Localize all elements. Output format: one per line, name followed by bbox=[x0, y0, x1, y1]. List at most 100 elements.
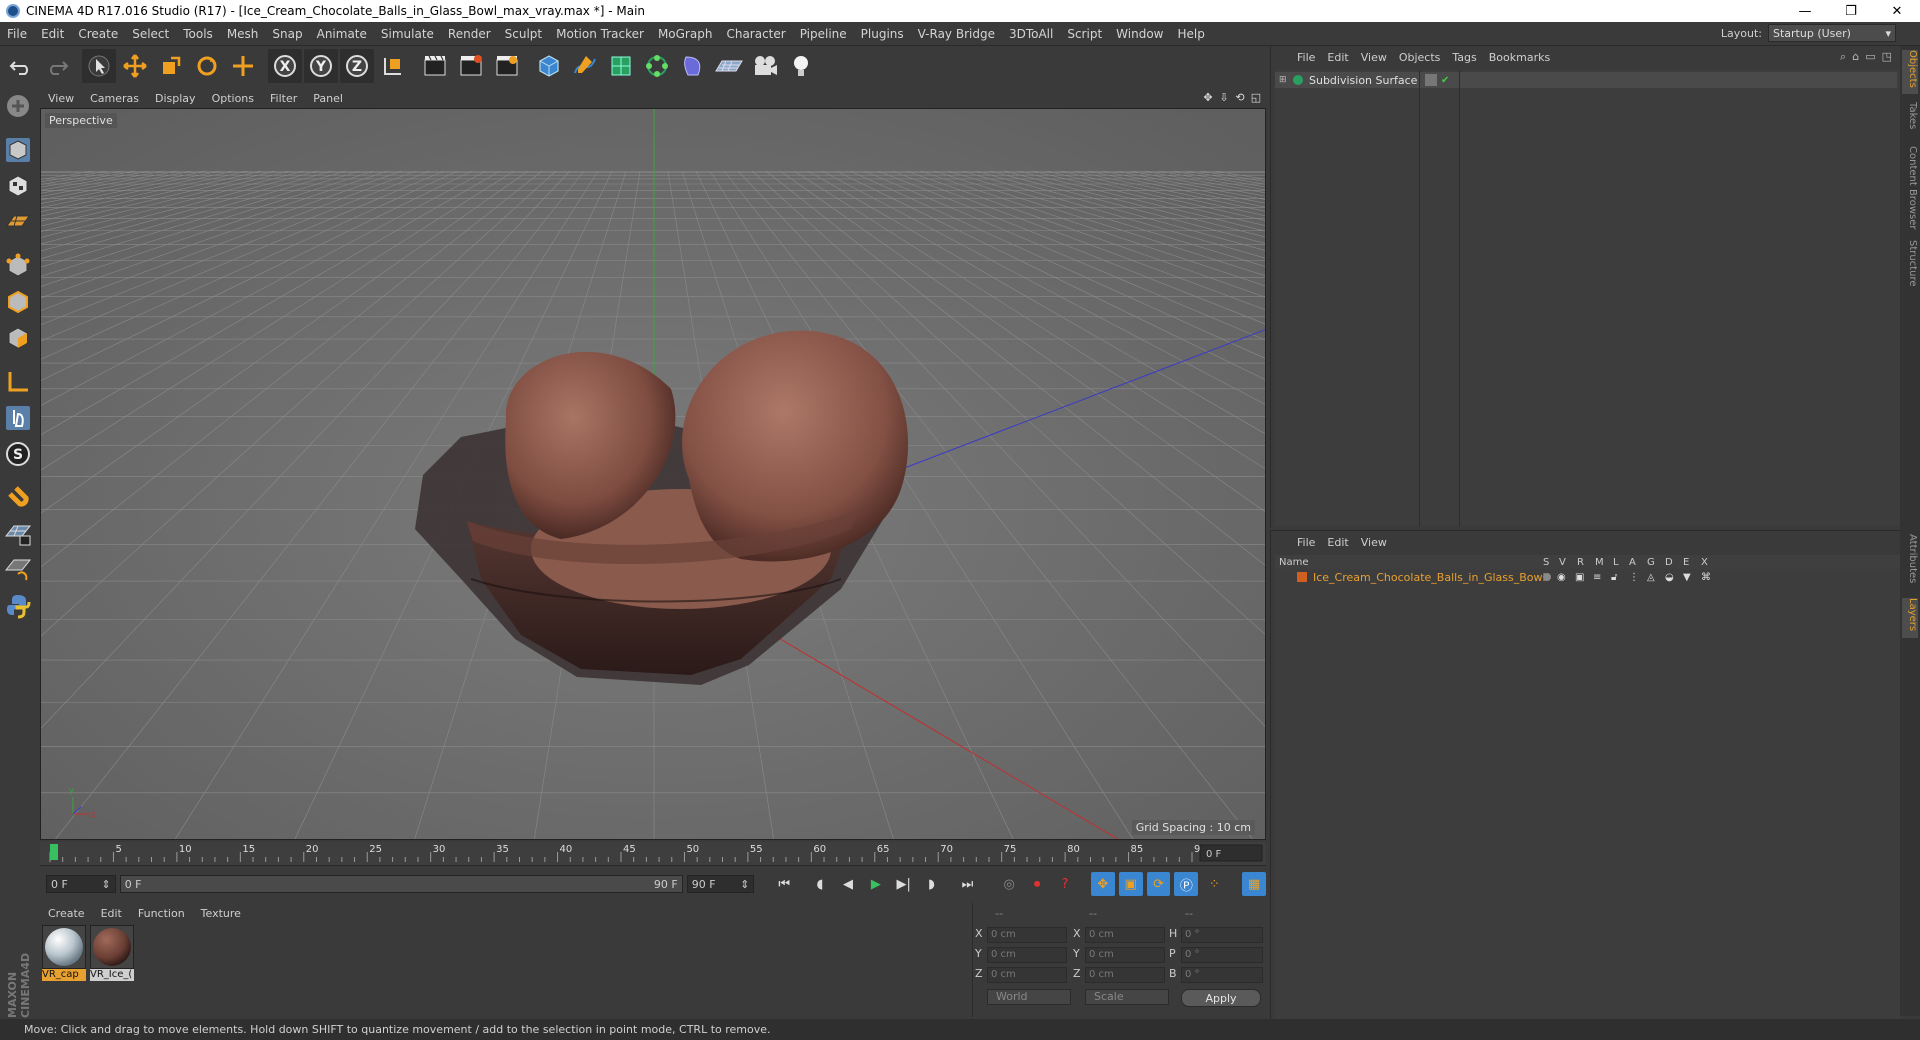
array-icon[interactable] bbox=[640, 49, 674, 83]
rotation-p-field[interactable]: 0 ° bbox=[1181, 947, 1263, 963]
snap-s-icon[interactable]: S bbox=[2, 438, 34, 470]
timeline-ruler[interactable]: 051015202530354045505560657075808590 0 F bbox=[40, 842, 1266, 866]
menu-vray-bridge[interactable]: V-Ray Bridge bbox=[911, 27, 1002, 41]
coordinate-space-select[interactable]: World bbox=[987, 989, 1071, 1005]
frame-range-slider[interactable]: 0 F 90 F bbox=[119, 875, 683, 893]
expression-icon[interactable]: ▼ bbox=[1683, 572, 1691, 583]
object-name[interactable]: Subdivision Surface bbox=[1309, 74, 1417, 87]
tab-objects[interactable]: Objects bbox=[1902, 50, 1918, 94]
rotation-h-field[interactable]: 0 ° bbox=[1181, 927, 1263, 943]
current-frame-field[interactable]: 0 F bbox=[1206, 849, 1222, 860]
light-icon[interactable] bbox=[784, 49, 818, 83]
y-axis-icon[interactable]: Y bbox=[304, 49, 338, 83]
deformer-icon[interactable]: ◒ bbox=[1665, 572, 1674, 583]
lock-icon[interactable]: 🔓︎ bbox=[1611, 572, 1617, 583]
record-keys-icon[interactable]: ⏺ bbox=[1025, 872, 1049, 896]
viewport-menu-filter[interactable]: Filter bbox=[262, 92, 305, 105]
menu-snap[interactable]: Snap bbox=[265, 27, 309, 41]
eye-icon[interactable]: ◉ bbox=[1557, 572, 1566, 583]
menu-window[interactable]: Window bbox=[1109, 27, 1170, 41]
polygons-mode-icon[interactable] bbox=[2, 322, 34, 354]
z-axis-icon[interactable]: Z bbox=[340, 49, 374, 83]
layer-name[interactable]: Ice_Cream_Chocolate_Balls_in_Glass_Bowl bbox=[1313, 571, 1546, 584]
viewport-menu-options[interactable]: Options bbox=[204, 92, 262, 105]
goto-previous-key-icon[interactable]: ◖ bbox=[808, 872, 832, 896]
coordinate-system-icon[interactable] bbox=[376, 49, 410, 83]
apply-button[interactable]: Apply bbox=[1181, 989, 1261, 1007]
enabled-check-icon[interactable]: ✔ bbox=[1441, 75, 1449, 86]
pen-spline-icon[interactable] bbox=[568, 49, 602, 83]
layer-row[interactable]: Ice_Cream_Chocolate_Balls_in_Glass_Bowl … bbox=[1275, 569, 1901, 585]
close-button[interactable]: ✕ bbox=[1874, 0, 1920, 22]
tab-attributes[interactable]: Attributes bbox=[1902, 534, 1918, 592]
minimize-button[interactable]: — bbox=[1782, 0, 1828, 22]
maximize-button[interactable]: ❐ bbox=[1828, 0, 1874, 22]
coordinate-mode-select[interactable]: Scale bbox=[1085, 989, 1169, 1005]
viewport-menu-view[interactable]: View bbox=[40, 92, 82, 105]
key-scale-icon[interactable]: ▣ bbox=[1118, 872, 1143, 896]
goto-start-icon[interactable]: ⏮ bbox=[772, 872, 796, 896]
dolly-icon[interactable]: ⇩ bbox=[1218, 92, 1230, 104]
size-z-field[interactable]: 0 cm bbox=[1085, 967, 1165, 983]
subdivision-icon[interactable] bbox=[604, 49, 638, 83]
menu-tools[interactable]: Tools bbox=[176, 27, 220, 41]
menu-help[interactable]: Help bbox=[1170, 27, 1211, 41]
floor-icon[interactable] bbox=[712, 49, 746, 83]
manager-icon[interactable]: ≡ bbox=[1593, 572, 1601, 583]
material-menu-function[interactable]: Function bbox=[130, 907, 193, 920]
size-x-field[interactable]: 0 cm bbox=[1085, 927, 1165, 943]
start-frame-field[interactable]: 0 F ⇕ bbox=[46, 875, 116, 893]
camera-icon[interactable] bbox=[748, 49, 782, 83]
viewport-menu-cameras[interactable]: Cameras bbox=[82, 92, 147, 105]
search-icon[interactable]: ⌕ bbox=[1840, 50, 1846, 64]
render-view-icon[interactable] bbox=[418, 49, 452, 83]
editor-visibility-icon[interactable] bbox=[1425, 74, 1437, 86]
grid-axis-icon[interactable] bbox=[2, 554, 34, 586]
goto-end-icon[interactable]: ⏭ bbox=[955, 872, 979, 896]
position-z-field[interactable]: 0 cm bbox=[987, 967, 1067, 983]
scale-icon[interactable] bbox=[154, 49, 188, 83]
material-menu-create[interactable]: Create bbox=[40, 907, 93, 920]
viewport-menu-display[interactable]: Display bbox=[147, 92, 204, 105]
key-parameter-icon[interactable]: Ⓟ bbox=[1174, 872, 1199, 896]
viewport-menu-panel[interactable]: Panel bbox=[305, 92, 351, 105]
material-swatch[interactable]: VR_cap bbox=[42, 925, 86, 983]
animation-icon[interactable]: ⋮ bbox=[1629, 572, 1639, 583]
model-mode-icon[interactable] bbox=[2, 134, 34, 166]
layer-menu-file[interactable]: File bbox=[1293, 536, 1323, 549]
step-back-icon[interactable]: ◀ bbox=[836, 872, 860, 896]
layer-menu-edit[interactable]: Edit bbox=[1323, 536, 1356, 549]
menu-script[interactable]: Script bbox=[1060, 27, 1109, 41]
key-pla-icon[interactable]: ⁘ bbox=[1202, 872, 1226, 896]
tab-structure[interactable]: Structure bbox=[1902, 240, 1918, 294]
tweak-icon[interactable] bbox=[2, 402, 34, 434]
move-icon[interactable] bbox=[118, 49, 152, 83]
grid-lock-icon[interactable] bbox=[2, 518, 34, 550]
render-icon[interactable]: ▣ bbox=[1575, 572, 1584, 583]
play-icon[interactable]: ▶ bbox=[864, 872, 888, 896]
menu-character[interactable]: Character bbox=[719, 27, 792, 41]
magnet-icon[interactable] bbox=[2, 482, 34, 514]
undo-icon[interactable] bbox=[4, 49, 38, 83]
3d-viewport[interactable]: y z Perspective Grid Spacing : 10 cm bbox=[40, 108, 1266, 840]
home-icon[interactable]: ⌂ bbox=[1852, 50, 1859, 64]
select-arrow-icon[interactable] bbox=[82, 49, 116, 83]
menu-edit[interactable]: Edit bbox=[34, 27, 71, 41]
goto-next-key-icon[interactable]: ◗ bbox=[920, 872, 944, 896]
menu-mesh[interactable]: Mesh bbox=[220, 27, 266, 41]
tab-takes[interactable]: Takes bbox=[1902, 102, 1918, 138]
material-swatch[interactable]: VR_Ice_( bbox=[90, 925, 134, 983]
menu-plugins[interactable]: Plugins bbox=[854, 27, 911, 41]
menu-motion-tracker[interactable]: Motion Tracker bbox=[549, 27, 651, 41]
deformer-icon[interactable] bbox=[676, 49, 710, 83]
maximize-view-icon[interactable]: ◱ bbox=[1250, 92, 1262, 104]
menu-pipeline[interactable]: Pipeline bbox=[793, 27, 854, 41]
points-mode-icon[interactable] bbox=[2, 250, 34, 282]
timeline-window-icon[interactable]: ▦ bbox=[1242, 872, 1267, 896]
generator-icon[interactable]: ◬ bbox=[1647, 572, 1655, 583]
render-picture-viewer-icon[interactable] bbox=[454, 49, 488, 83]
layout-select[interactable]: Startup (User) ▾ bbox=[1768, 24, 1896, 42]
objects-menu-edit[interactable]: Edit bbox=[1323, 51, 1356, 64]
workplane-icon[interactable] bbox=[2, 206, 34, 238]
layer-menu-view[interactable]: View bbox=[1357, 536, 1395, 549]
